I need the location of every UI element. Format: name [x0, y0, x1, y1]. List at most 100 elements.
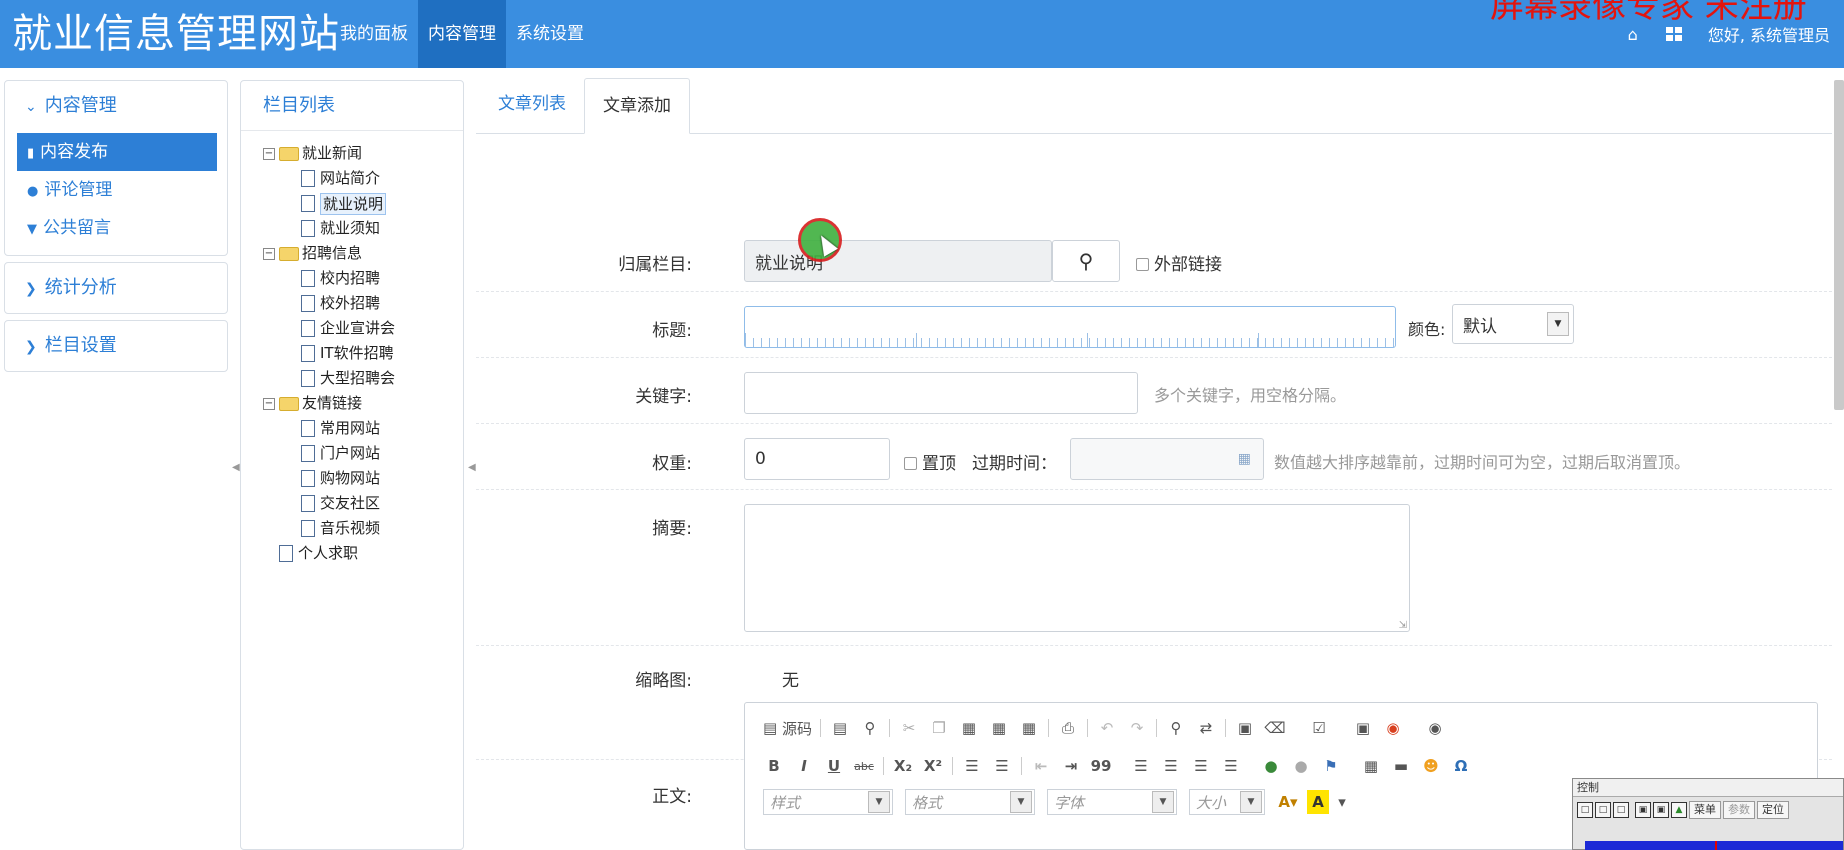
- home-icon[interactable]: ⌂: [1628, 25, 1638, 44]
- italic-button[interactable]: I: [793, 754, 815, 778]
- nav-my-panel[interactable]: 我的面板: [330, 0, 418, 68]
- tree-item[interactable]: 校外招聘: [263, 291, 463, 316]
- menu-item-messages[interactable]: ▼ 公共留言: [17, 209, 217, 247]
- tree-item[interactable]: 网站简介: [263, 166, 463, 191]
- bg-color-button[interactable]: A: [1307, 790, 1329, 814]
- chevron-down-icon[interactable]: ▾: [1331, 790, 1353, 814]
- menu-item-publish[interactable]: ▮ 内容发布: [17, 133, 217, 171]
- tree-item[interactable]: 校内招聘: [263, 266, 463, 291]
- tree-folder[interactable]: − 招聘信息: [263, 241, 463, 266]
- outdent-icon[interactable]: ⇤: [1030, 754, 1052, 778]
- replace-icon[interactable]: ⇄: [1195, 716, 1217, 740]
- indent-icon[interactable]: ⇥: [1060, 754, 1082, 778]
- tree-item[interactable]: 门户网站: [263, 441, 463, 466]
- tree-item[interactable]: 交友社区: [263, 491, 463, 516]
- table-icon[interactable]: ▦: [1360, 754, 1382, 778]
- tree-folder[interactable]: − 就业新闻: [263, 141, 463, 166]
- redo-icon[interactable]: ↷: [1126, 716, 1148, 740]
- control-progress-marker: [1715, 841, 1717, 850]
- align-left-icon[interactable]: ☰: [1130, 754, 1152, 778]
- tree-item[interactable]: IT软件招聘: [263, 341, 463, 366]
- align-justify-icon[interactable]: ☰: [1220, 754, 1242, 778]
- user-greeting[interactable]: 您好, 系统管理员: [1708, 22, 1830, 46]
- tree-item-selected[interactable]: 就业说明: [263, 191, 463, 216]
- underline-button[interactable]: U: [823, 754, 845, 778]
- select-all-icon[interactable]: ▣: [1234, 716, 1256, 740]
- flash-icon[interactable]: ◉: [1382, 716, 1404, 740]
- tab-article-add[interactable]: 文章添加: [584, 78, 690, 134]
- collapse-toggle-icon[interactable]: −: [263, 147, 275, 160]
- tree-item[interactable]: 个人求职: [263, 541, 463, 566]
- font-combo[interactable]: 字体 ▼: [1047, 789, 1177, 815]
- tree-button[interactable]: ▲: [1671, 802, 1687, 818]
- cut-icon[interactable]: ✂: [898, 716, 920, 740]
- collapse-left-menu-icon[interactable]: ◀: [232, 462, 240, 473]
- tree-folder[interactable]: − 友情链接: [263, 391, 463, 416]
- paste-word-icon[interactable]: ▦: [1018, 716, 1040, 740]
- record-button[interactable]: □: [1577, 802, 1593, 818]
- link-icon[interactable]: ●: [1260, 754, 1282, 778]
- anchor-flag-icon[interactable]: ⚑: [1320, 754, 1342, 778]
- bold-button[interactable]: B: [763, 754, 785, 778]
- collapse-tree-icon[interactable]: ◀: [468, 462, 476, 473]
- align-right-icon[interactable]: ☰: [1190, 754, 1212, 778]
- site-brand[interactable]: 就业信息管理网站: [12, 6, 340, 62]
- maximize-icon[interactable]: ◉: [1424, 716, 1446, 740]
- eraser-icon[interactable]: ⌫: [1264, 716, 1286, 740]
- nav-content-management[interactable]: 内容管理: [418, 0, 506, 68]
- collapse-toggle-icon[interactable]: −: [263, 397, 275, 410]
- search-button[interactable]: ⚲: [1052, 240, 1120, 282]
- paste-icon[interactable]: ▦: [958, 716, 980, 740]
- params-button[interactable]: 参数: [1723, 801, 1755, 819]
- horizontal-rule-icon[interactable]: ▬: [1390, 754, 1412, 778]
- font-color-button[interactable]: A ▾: [1277, 790, 1299, 814]
- tree-item[interactable]: 就业须知: [263, 216, 463, 241]
- tree-item[interactable]: 大型招聘会: [263, 366, 463, 391]
- external-link-checkbox[interactable]: 外部链接: [1136, 250, 1222, 275]
- menu-item-comments[interactable]: ● 评论管理: [17, 171, 217, 209]
- image-icon[interactable]: ▣: [1352, 716, 1374, 740]
- copy-icon[interactable]: ❐: [928, 716, 950, 740]
- nav-system-settings[interactable]: 系统设置: [506, 0, 594, 68]
- find-icon[interactable]: ⚲: [1165, 716, 1187, 740]
- source-button[interactable]: ▤ 源码: [763, 716, 812, 740]
- undo-icon[interactable]: ↶: [1096, 716, 1118, 740]
- tab-article-list[interactable]: 文章列表: [480, 77, 584, 133]
- superscript-button[interactable]: X²: [922, 754, 944, 778]
- tree-item[interactable]: 企业宣讲会: [263, 316, 463, 341]
- font-combo-label: 字体: [1054, 793, 1085, 812]
- menu-group-content-title[interactable]: ⌄ 内容管理: [5, 81, 227, 131]
- region-button[interactable]: ▣: [1653, 802, 1669, 818]
- menu-button[interactable]: 菜单: [1689, 801, 1721, 819]
- window-button[interactable]: ▣: [1635, 802, 1651, 818]
- size-combo[interactable]: 大小 ▼: [1189, 789, 1265, 815]
- print-icon[interactable]: ⎙: [1057, 716, 1079, 740]
- paste-text-icon[interactable]: ▦: [988, 716, 1010, 740]
- smiley-icon[interactable]: ☻: [1420, 754, 1442, 778]
- menu-group-columns-title[interactable]: ❯ 栏目设置: [5, 321, 227, 371]
- format-combo[interactable]: 格式 ▼: [905, 789, 1035, 815]
- bullet-list-icon[interactable]: ☰: [991, 754, 1013, 778]
- style-combo[interactable]: 样式 ▼: [763, 789, 893, 815]
- unlink-icon[interactable]: ●: [1290, 754, 1312, 778]
- numbered-list-icon[interactable]: ☰: [961, 754, 983, 778]
- page-scrollbar[interactable]: [1834, 80, 1844, 410]
- collapse-toggle-icon[interactable]: −: [263, 247, 275, 260]
- fix-button[interactable]: 定位: [1757, 801, 1789, 819]
- menu-group-stats-title[interactable]: ❯ 统计分析: [5, 263, 227, 313]
- tree-item[interactable]: 音乐视频: [263, 516, 463, 541]
- subscript-button[interactable]: X₂: [892, 754, 914, 778]
- strike-button[interactable]: abc: [853, 754, 875, 778]
- preview-icon[interactable]: ⚲: [859, 716, 881, 740]
- special-char-icon[interactable]: Ω: [1450, 754, 1472, 778]
- stop-button[interactable]: □: [1613, 802, 1629, 818]
- new-page-icon[interactable]: ▤: [829, 716, 851, 740]
- tree-item[interactable]: 常用网站: [263, 416, 463, 441]
- align-center-icon[interactable]: ☰: [1160, 754, 1182, 778]
- pause-button[interactable]: □: [1595, 802, 1611, 818]
- spellcheck-icon[interactable]: ☑: [1308, 716, 1330, 740]
- category-field[interactable]: 就业说明: [744, 240, 1052, 282]
- grid-icon[interactable]: [1665, 27, 1682, 41]
- blockquote-button[interactable]: 99: [1090, 754, 1112, 778]
- tree-item[interactable]: 购物网站: [263, 466, 463, 491]
